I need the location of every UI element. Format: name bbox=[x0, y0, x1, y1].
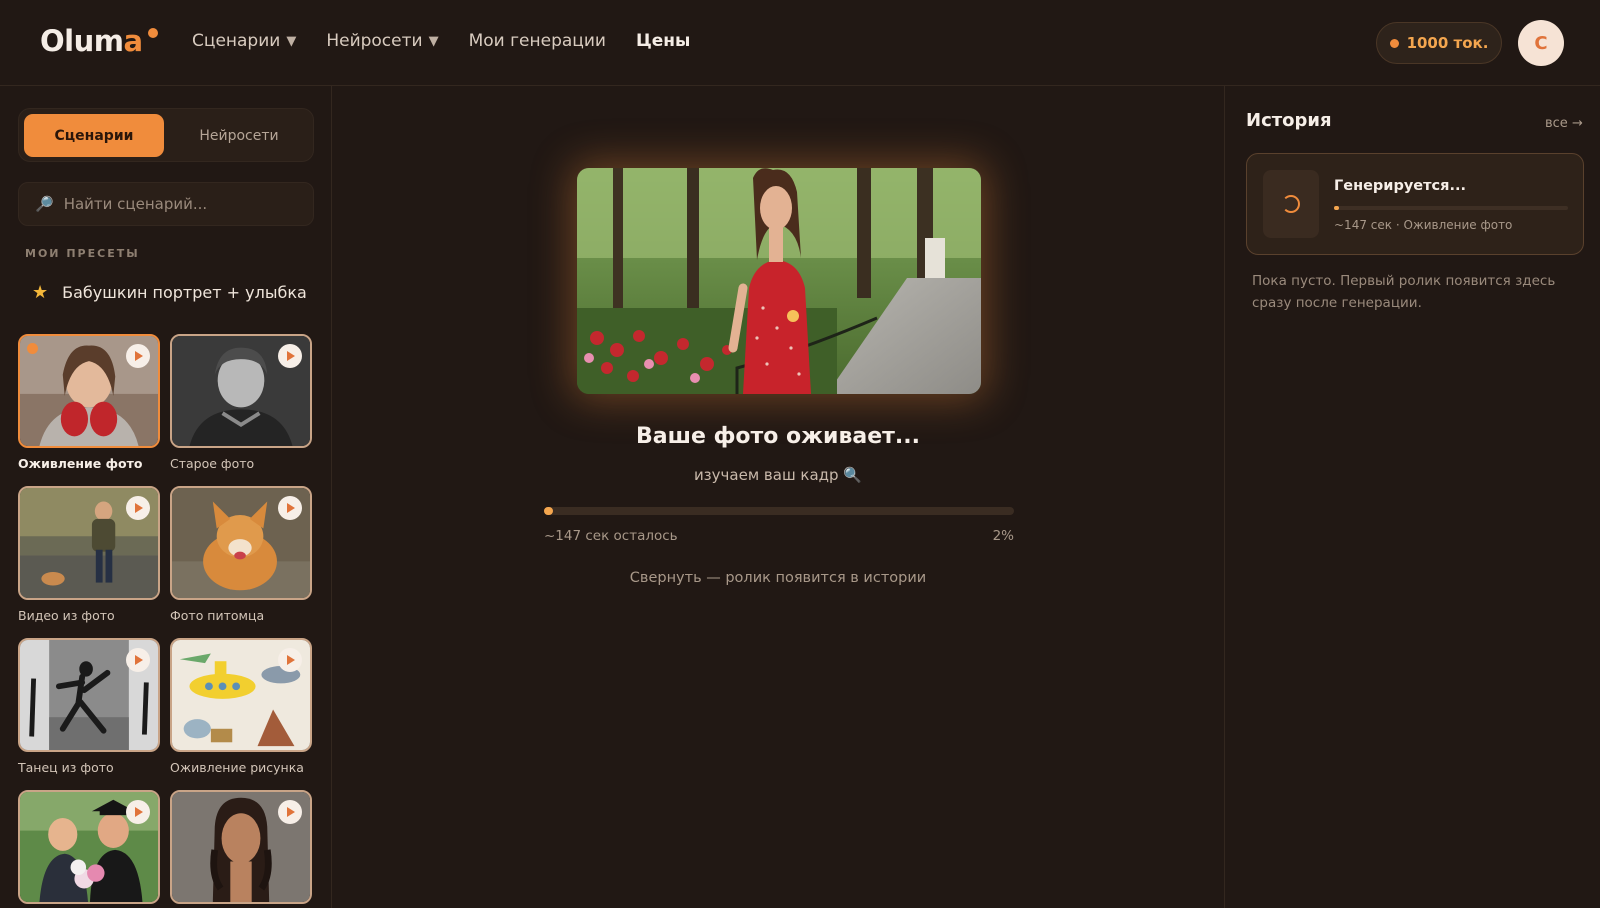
play-icon[interactable] bbox=[278, 648, 302, 672]
scenario-card-old-photo[interactable]: Старое фото bbox=[170, 334, 312, 471]
history-title: История bbox=[1246, 110, 1332, 131]
logo-dot bbox=[148, 28, 158, 38]
progress-percent: 2% bbox=[992, 528, 1014, 544]
scenario-card-portrait[interactable] bbox=[170, 790, 312, 908]
sidebar-tabs: Сценарии Нейросети bbox=[18, 108, 314, 162]
chevron-down-icon: ▼ bbox=[286, 33, 297, 49]
top-bar: Oluma Сценарии ▼ Нейросети ▼ Мои генерац… bbox=[0, 0, 1600, 86]
token-balance[interactable]: 1000 ток. bbox=[1376, 22, 1502, 64]
history-item[interactable]: Генерируется... ~147 сек · Оживление фот… bbox=[1246, 153, 1584, 255]
history-thumbnail bbox=[1263, 170, 1319, 238]
generation-title: Ваше фото оживает... bbox=[636, 424, 920, 449]
preset-item[interactable]: ★ Бабушкин портрет + улыбка bbox=[32, 282, 307, 303]
scenario-card-label: Оживление рисунка bbox=[170, 760, 304, 775]
nav-prices[interactable]: Цены bbox=[636, 31, 690, 51]
scenario-thumbnail bbox=[170, 334, 312, 448]
scenario-card-family-photo[interactable] bbox=[18, 790, 160, 908]
play-icon[interactable] bbox=[126, 648, 150, 672]
token-balance-label: 1000 ток. bbox=[1406, 34, 1489, 52]
scenario-thumbnail bbox=[170, 486, 312, 600]
progress-fill bbox=[544, 507, 554, 515]
nav-scenarios[interactable]: Сценарии ▼ bbox=[192, 31, 296, 51]
scenario-thumbnail bbox=[18, 638, 160, 752]
tab-scenarios[interactable]: Сценарии bbox=[24, 114, 164, 157]
sidebar: Сценарии Нейросети 🔎 МОИ ПРЕСЕТЫ ★ Бабуш… bbox=[0, 86, 332, 908]
presets-heading: МОИ ПРЕСЕТЫ bbox=[25, 247, 140, 260]
play-icon[interactable] bbox=[126, 800, 150, 824]
history-all-link[interactable]: все → bbox=[1545, 116, 1583, 131]
token-icon bbox=[1389, 38, 1399, 48]
scenario-thumbnail bbox=[18, 334, 160, 448]
generation-subtitle: изучаем ваш кадр 🔍 bbox=[332, 466, 1224, 484]
scenario-card-label: Танец из фото bbox=[18, 760, 114, 775]
spinner-icon bbox=[1282, 195, 1300, 213]
collapse-link[interactable]: Свернуть — ролик появится в истории bbox=[332, 570, 1224, 586]
play-icon[interactable] bbox=[278, 800, 302, 824]
magnifier-icon: 🔍 bbox=[843, 466, 863, 484]
eta-label: ~147 сек осталось bbox=[544, 528, 678, 544]
scenario-card-dance-from-photo[interactable]: Танец из фото bbox=[18, 638, 160, 775]
scenario-card-pet-photo[interactable]: Фото питомца bbox=[170, 486, 312, 623]
history-item-status: Генерируется... bbox=[1334, 178, 1466, 194]
history-progress-bar bbox=[1334, 206, 1568, 210]
scenario-card-label: Оживление фото bbox=[18, 456, 143, 471]
history-empty-note: Пока пусто. Первый ролик появится здесь … bbox=[1252, 273, 1556, 311]
selected-indicator bbox=[27, 343, 38, 354]
nav-neural-networks-label: Нейросети bbox=[326, 31, 423, 51]
scenario-card-label: Фото питомца bbox=[170, 608, 265, 623]
search-input[interactable] bbox=[63, 195, 294, 213]
scenario-card-video-from-photo[interactable]: Видео из фото bbox=[18, 486, 160, 623]
play-icon[interactable] bbox=[278, 496, 302, 520]
preview-image bbox=[577, 168, 981, 394]
history-item-meta: ~147 сек · Оживление фото bbox=[1334, 218, 1513, 232]
scenario-thumbnail bbox=[170, 790, 312, 904]
logo[interactable]: Oluma bbox=[40, 24, 143, 58]
scenario-card-drawing-animation[interactable]: Оживление рисунка bbox=[170, 638, 312, 775]
star-icon: ★ bbox=[32, 282, 49, 303]
nav-neural-networks[interactable]: Нейросети ▼ bbox=[326, 31, 438, 51]
history-progress-fill bbox=[1334, 206, 1339, 210]
generation-progress-bar bbox=[544, 507, 1014, 515]
play-icon[interactable] bbox=[126, 344, 150, 368]
play-icon[interactable] bbox=[278, 344, 302, 368]
main-nav: Сценарии ▼ Нейросети ▼ Мои генерации Цен… bbox=[192, 31, 690, 51]
generation-area: Ваше фото оживает... изучаем ваш кадр 🔍 … bbox=[332, 86, 1224, 908]
tab-neural-networks[interactable]: Нейросети bbox=[169, 114, 309, 157]
logo-accent: a bbox=[123, 24, 143, 58]
nav-my-generations[interactable]: Мои генерации bbox=[469, 31, 606, 51]
logo-text: Olum bbox=[40, 24, 124, 58]
search-box: 🔎 bbox=[18, 182, 314, 226]
nav-scenarios-label: Сценарии bbox=[192, 31, 281, 51]
avatar[interactable]: С bbox=[1518, 20, 1564, 66]
scenario-card-label: Старое фото bbox=[170, 456, 255, 471]
play-icon[interactable] bbox=[126, 496, 150, 520]
preset-label: Бабушкин портрет + улыбка bbox=[62, 283, 307, 302]
search-icon: 🔎 bbox=[35, 195, 54, 213]
history-panel: История все → Генерируется... ~147 сек ·… bbox=[1224, 86, 1600, 908]
chevron-down-icon: ▼ bbox=[428, 33, 439, 49]
scenario-thumbnail bbox=[18, 790, 160, 904]
scenario-card-photo-animation[interactable]: Оживление фото bbox=[18, 334, 160, 471]
scenario-card-label: Видео из фото bbox=[18, 608, 115, 623]
scenario-thumbnail bbox=[170, 638, 312, 752]
generation-status-text: изучаем ваш кадр bbox=[693, 466, 839, 484]
scenario-thumbnail bbox=[18, 486, 160, 600]
